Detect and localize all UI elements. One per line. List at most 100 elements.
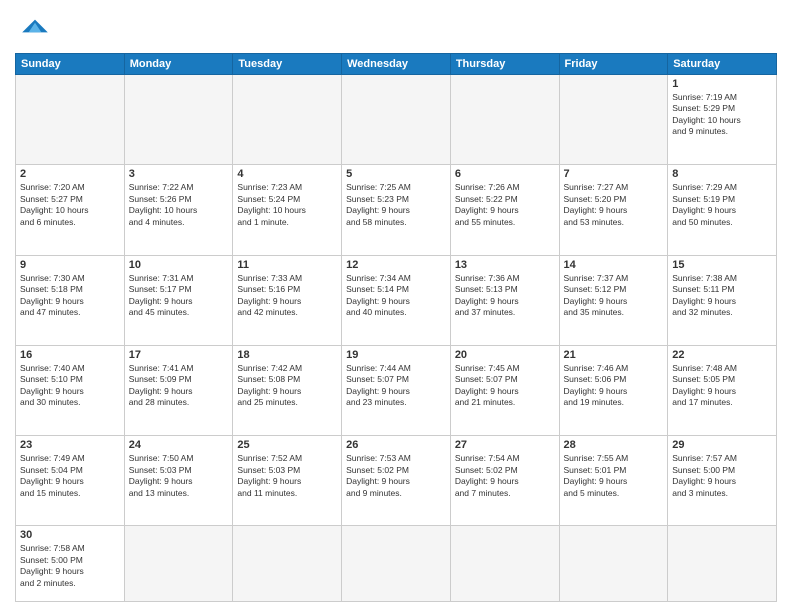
day-number: 13: [455, 259, 555, 271]
page: SundayMondayTuesdayWednesdayThursdayFrid…: [0, 0, 792, 612]
calendar-cell: [450, 75, 559, 165]
day-info: Sunrise: 7:52 AM Sunset: 5:03 PM Dayligh…: [237, 453, 337, 499]
day-info: Sunrise: 7:34 AM Sunset: 5:14 PM Dayligh…: [346, 273, 446, 319]
calendar-cell: [668, 526, 777, 602]
day-number: 4: [237, 168, 337, 180]
week-row-4: 16Sunrise: 7:40 AM Sunset: 5:10 PM Dayli…: [16, 345, 777, 435]
day-number: 27: [455, 439, 555, 451]
weekday-header-friday: Friday: [559, 54, 668, 75]
calendar-cell: 19 Sunrise: 7:44 AM Sunset: 5:07 PM Dayli…: [342, 345, 451, 435]
day-number: 23: [20, 439, 120, 451]
day-number: 7: [564, 168, 664, 180]
calendar-cell: [342, 526, 451, 602]
week-row-5: 23 Sunrise: 7:49 AM Sunset: 5:04 PM Dayli…: [16, 436, 777, 526]
calendar-cell: 7 Sunrise: 7:27 AM Sunset: 5:20 PM Daylig…: [559, 165, 668, 255]
day-info: Sunrise: 7:54 AM Sunset: 5:02 PM Dayligh…: [455, 453, 555, 499]
calendar-cell: 4Sunrise: 7:23 AM Sunset: 5:24 PM Daylig…: [233, 165, 342, 255]
day-info: Sunrise: 7:49 AM Sunset: 5:04 PM Dayligh…: [20, 453, 120, 499]
calendar-cell: 18 Sunrise: 7:42 AM Sunset: 5:08 PM Dayli…: [233, 345, 342, 435]
calendar-cell: [124, 75, 233, 165]
day-info: Sunrise: 7:27 AM Sunset: 5:20 PM Dayligh…: [564, 182, 664, 228]
day-number: 11: [237, 259, 337, 271]
calendar-cell: 17Sunrise: 7:41 AM Sunset: 5:09 PM Dayli…: [124, 345, 233, 435]
calendar-cell: [16, 75, 125, 165]
weekday-header-sunday: Sunday: [16, 54, 125, 75]
calendar-cell: [559, 75, 668, 165]
day-number: 14: [564, 259, 664, 271]
calendar-cell: [559, 526, 668, 602]
calendar-cell: 9 Sunrise: 7:30 AM Sunset: 5:18 PM Daylig…: [16, 255, 125, 345]
day-number: 28: [564, 439, 664, 451]
generalblue-icon: [19, 10, 51, 42]
week-row-3: 9 Sunrise: 7:30 AM Sunset: 5:18 PM Daylig…: [16, 255, 777, 345]
calendar-cell: 1Sunrise: 7:19 AM Sunset: 5:29 PM Daylig…: [668, 75, 777, 165]
logo-area: [15, 10, 51, 47]
week-row-1: 1Sunrise: 7:19 AM Sunset: 5:29 PM Daylig…: [16, 75, 777, 165]
day-info: Sunrise: 7:46 AM Sunset: 5:06 PM Dayligh…: [564, 363, 664, 409]
day-number: 29: [672, 439, 772, 451]
calendar-cell: 14Sunrise: 7:37 AM Sunset: 5:12 PM Dayli…: [559, 255, 668, 345]
day-number: 3: [129, 168, 229, 180]
day-info: Sunrise: 7:48 AM Sunset: 5:05 PM Dayligh…: [672, 363, 772, 409]
calendar-cell: 22 Sunrise: 7:48 AM Sunset: 5:05 PM Dayli…: [668, 345, 777, 435]
calendar-cell: [342, 75, 451, 165]
calendar-cell: 26 Sunrise: 7:53 AM Sunset: 5:02 PM Dayli…: [342, 436, 451, 526]
calendar-cell: 21Sunrise: 7:46 AM Sunset: 5:06 PM Dayli…: [559, 345, 668, 435]
day-info: Sunrise: 7:50 AM Sunset: 5:03 PM Dayligh…: [129, 453, 229, 499]
day-info: Sunrise: 7:45 AM Sunset: 5:07 PM Dayligh…: [455, 363, 555, 409]
day-info: Sunrise: 7:30 AM Sunset: 5:18 PM Dayligh…: [20, 273, 120, 319]
calendar-cell: [450, 526, 559, 602]
calendar-cell: 27 Sunrise: 7:54 AM Sunset: 5:02 PM Dayli…: [450, 436, 559, 526]
day-number: 18: [237, 349, 337, 361]
calendar-cell: 11Sunrise: 7:33 AM Sunset: 5:16 PM Dayli…: [233, 255, 342, 345]
calendar-cell: 3 Sunrise: 7:22 AM Sunset: 5:26 PM Daylig…: [124, 165, 233, 255]
day-info: Sunrise: 7:58 AM Sunset: 5:00 PM Dayligh…: [20, 543, 120, 589]
day-info: Sunrise: 7:36 AM Sunset: 5:13 PM Dayligh…: [455, 273, 555, 319]
calendar-cell: 10Sunrise: 7:31 AM Sunset: 5:17 PM Dayli…: [124, 255, 233, 345]
calendar-cell: [233, 75, 342, 165]
day-number: 15: [672, 259, 772, 271]
weekday-header-monday: Monday: [124, 54, 233, 75]
weekday-header-saturday: Saturday: [668, 54, 777, 75]
day-info: Sunrise: 7:25 AM Sunset: 5:23 PM Dayligh…: [346, 182, 446, 228]
day-info: Sunrise: 7:44 AM Sunset: 5:07 PM Dayligh…: [346, 363, 446, 409]
day-number: 20: [455, 349, 555, 361]
day-info: Sunrise: 7:41 AM Sunset: 5:09 PM Dayligh…: [129, 363, 229, 409]
day-info: Sunrise: 7:57 AM Sunset: 5:00 PM Dayligh…: [672, 453, 772, 499]
day-number: 22: [672, 349, 772, 361]
day-info: Sunrise: 7:22 AM Sunset: 5:26 PM Dayligh…: [129, 182, 229, 228]
day-number: 19: [346, 349, 446, 361]
calendar-cell: 5 Sunrise: 7:25 AM Sunset: 5:23 PM Daylig…: [342, 165, 451, 255]
day-number: 5: [346, 168, 446, 180]
calendar-cell: 20 Sunrise: 7:45 AM Sunset: 5:07 PM Dayli…: [450, 345, 559, 435]
header: [15, 10, 777, 47]
day-number: 6: [455, 168, 555, 180]
day-number: 8: [672, 168, 772, 180]
calendar-cell: 30 Sunrise: 7:58 AM Sunset: 5:00 PM Dayli…: [16, 526, 125, 602]
calendar: SundayMondayTuesdayWednesdayThursdayFrid…: [15, 53, 777, 602]
calendar-cell: 8 Sunrise: 7:29 AM Sunset: 5:19 PM Daylig…: [668, 165, 777, 255]
day-info: Sunrise: 7:38 AM Sunset: 5:11 PM Dayligh…: [672, 273, 772, 319]
day-number: 12: [346, 259, 446, 271]
calendar-cell: 15 Sunrise: 7:38 AM Sunset: 5:11 PM Dayli…: [668, 255, 777, 345]
weekday-header-row: SundayMondayTuesdayWednesdayThursdayFrid…: [16, 54, 777, 75]
day-number: 26: [346, 439, 446, 451]
day-info: Sunrise: 7:29 AM Sunset: 5:19 PM Dayligh…: [672, 182, 772, 228]
day-number: 16: [20, 349, 120, 361]
calendar-cell: [233, 526, 342, 602]
day-number: 9: [20, 259, 120, 271]
day-number: 2: [20, 168, 120, 180]
day-info: Sunrise: 7:42 AM Sunset: 5:08 PM Dayligh…: [237, 363, 337, 409]
week-row-6: 30 Sunrise: 7:58 AM Sunset: 5:00 PM Dayli…: [16, 526, 777, 602]
calendar-cell: 25Sunrise: 7:52 AM Sunset: 5:03 PM Dayli…: [233, 436, 342, 526]
calendar-cell: [124, 526, 233, 602]
day-info: Sunrise: 7:19 AM Sunset: 5:29 PM Dayligh…: [672, 92, 772, 138]
calendar-cell: 29 Sunrise: 7:57 AM Sunset: 5:00 PM Dayli…: [668, 436, 777, 526]
day-info: Sunrise: 7:26 AM Sunset: 5:22 PM Dayligh…: [455, 182, 555, 228]
day-number: 30: [20, 529, 120, 541]
day-number: 24: [129, 439, 229, 451]
calendar-cell: 2Sunrise: 7:20 AM Sunset: 5:27 PM Daylig…: [16, 165, 125, 255]
calendar-cell: 24 Sunrise: 7:50 AM Sunset: 5:03 PM Dayli…: [124, 436, 233, 526]
weekday-header-wednesday: Wednesday: [342, 54, 451, 75]
day-info: Sunrise: 7:53 AM Sunset: 5:02 PM Dayligh…: [346, 453, 446, 499]
